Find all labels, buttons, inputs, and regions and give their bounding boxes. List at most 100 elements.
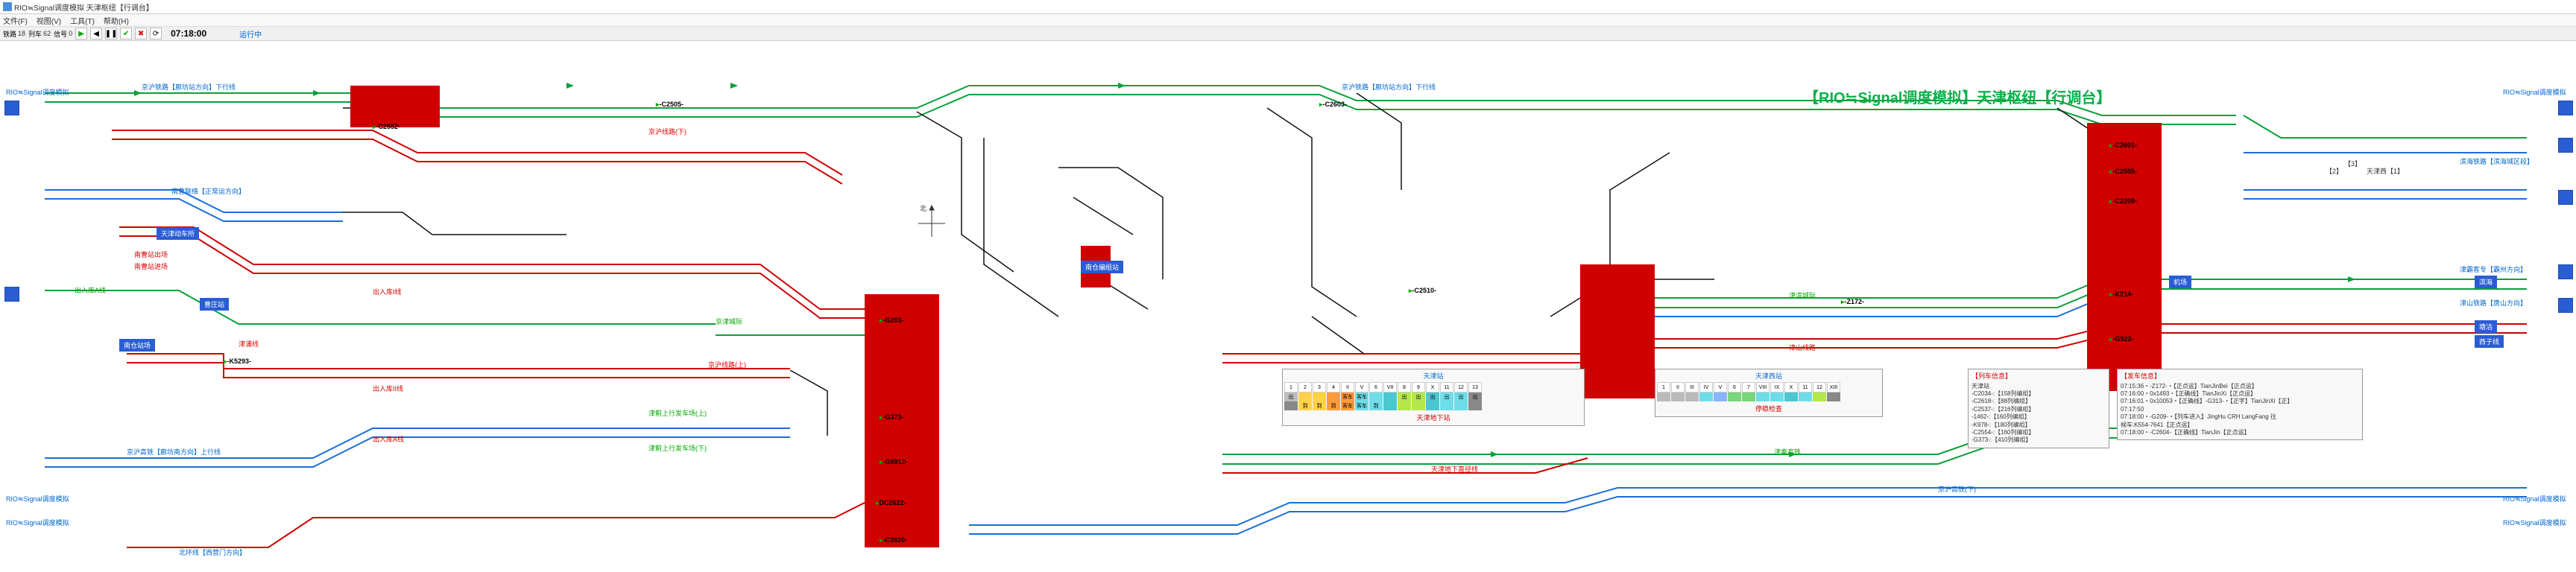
occ-cell: 6	[1369, 382, 1383, 393]
occ-cell	[1728, 393, 1741, 401]
x-icon[interactable]: ✖	[135, 28, 147, 39]
menu-view[interactable]: 视图(V)	[37, 15, 61, 26]
station-tanggu[interactable]: 塘沽	[2475, 320, 2497, 333]
train-dc2622[interactable]: DC2622-	[876, 499, 906, 507]
label-hs-down: 京沪高铁(下)	[1938, 484, 1976, 494]
train-g8912[interactable]: -G8912-	[880, 458, 908, 466]
running-label: 运行中	[239, 28, 262, 39]
occ-cell	[1468, 401, 1482, 410]
occ-cell: 1	[1284, 382, 1298, 393]
occ-cell: 12	[1454, 382, 1468, 393]
station-airport[interactable]: 机场	[2169, 276, 2191, 288]
train-g373[interactable]: -G373-	[880, 413, 904, 422]
train-c2620[interactable]: -C2620-	[880, 536, 907, 544]
occ-cell: 到	[1313, 401, 1326, 410]
tool-icon-2[interactable]	[4, 287, 19, 302]
occupancy-tianjin[interactable]: 天津站 1234IIV6VII89X111213 出客车客车出出出出出出 到到到…	[1282, 369, 1585, 426]
status-signals: 信号 0	[54, 29, 72, 39]
train-c2510[interactable]: -C2510-	[1409, 287, 1436, 295]
label-jingjin: 京津城际	[716, 317, 742, 326]
tool-icon-1[interactable]	[4, 101, 19, 115]
train-c2555[interactable]: -C2555-	[2109, 168, 2137, 176]
label-hs-up: 京沪高铁【廊坊南方向】上行线	[127, 447, 221, 457]
menubar: 文件(F) 视图(V) 工具(T) 帮助(H)	[0, 14, 2576, 27]
station-binhai[interactable]: 滨海	[2475, 276, 2497, 288]
occ-cell	[1799, 393, 1812, 401]
occupancy-tjwest[interactable]: 天津西站 1IIIIIIVV67VIIIIXX1112XIII 停稳检查	[1655, 369, 1883, 417]
occ-cell: 4	[1327, 382, 1340, 393]
edge-rm3: 津山铁路【唐山方向】	[2460, 298, 2527, 308]
occ-cell: X	[1784, 382, 1798, 393]
occ-cell: 到	[1327, 401, 1340, 410]
tool-icon-5[interactable]	[2558, 190, 2573, 205]
info-trains[interactable]: 【列车信息】 天津站 -C2034-:【158列编组】-C2618-:【88列编…	[1968, 369, 2109, 448]
occ-cell	[1398, 401, 1411, 410]
occ-cell: IX	[1770, 382, 1784, 393]
occ-cell: 出	[1412, 393, 1425, 401]
occ-cell: 客车	[1355, 393, 1368, 401]
station-xi[interactable]: 西子线	[2475, 335, 2504, 348]
menu-tools[interactable]: 工具(T)	[70, 15, 95, 26]
info-row: 07:18:00・-C2604-【正确线】TianJin【正点运】	[2121, 429, 2359, 436]
toolbar: 铁路 18 列车 62 信号 0 ▶ ◀ ❚❚ ✔ ✖ ⟳ 07:18:00 运…	[0, 27, 2576, 41]
occ-cell	[1685, 393, 1699, 401]
refresh-icon[interactable]: ⟳	[150, 28, 162, 39]
train-k214[interactable]: -K214-	[2109, 290, 2133, 299]
pause-icon[interactable]: ❚❚	[105, 28, 117, 39]
occ-cell: VIII	[1756, 382, 1770, 393]
tool-icon-7[interactable]	[2558, 298, 2573, 313]
train-k5293[interactable]: -K5293-	[224, 358, 251, 366]
station-depot[interactable]: 天津动车所	[157, 227, 199, 240]
occ-cell: 到	[1369, 401, 1383, 410]
info-row: 候车:K554-7641【正点运】	[2121, 422, 2359, 429]
occ-cell: 出	[1468, 393, 1482, 401]
tool-icon-4[interactable]	[2558, 138, 2573, 153]
train-g203[interactable]: -G203-	[880, 317, 904, 325]
station-caozhuang[interactable]: 曹庄站	[200, 298, 229, 311]
menu-file[interactable]: 文件(F)	[3, 15, 28, 26]
occ-cell: 出	[1440, 393, 1453, 401]
occ-cell: III	[1685, 382, 1699, 393]
occ-cell: 1	[1657, 382, 1670, 393]
edge-rm1: 滨海铁路【滨海城区段】	[2460, 156, 2534, 166]
label-jinghu-ir: 京沪铁路【廊坊站方向】下行线	[142, 82, 236, 92]
occ-cell: 出	[1426, 393, 1439, 401]
back-icon[interactable]: ◀	[90, 28, 102, 39]
check-icon[interactable]: ✔	[120, 28, 132, 39]
compass-n: 北	[920, 203, 926, 213]
info-row: 07:16:00・0x1493・【正确线】TianJinXi【正点运】	[2121, 390, 2359, 398]
train-c2505[interactable]: -C2505-	[656, 101, 684, 109]
station-south-conn[interactable]: 南仓编组站	[1081, 261, 1123, 273]
train-g922[interactable]: -G922-	[2109, 335, 2134, 343]
occ-cell: 11	[1799, 382, 1812, 393]
occ-cell	[1383, 401, 1397, 410]
occ-cell: 到	[1298, 401, 1312, 410]
train-c2603[interactable]: -C2603-	[1319, 101, 1347, 109]
tool-icon-6[interactable]	[2558, 264, 2573, 279]
status-trains: 列车 62	[28, 29, 51, 39]
info-left-hdr: 【列车信息】	[1972, 372, 2106, 381]
label-libII: 出入库II线	[373, 384, 403, 393]
menu-help[interactable]: 帮助(H)	[104, 15, 129, 26]
occ-cell: 7	[1742, 382, 1755, 393]
train-c2209[interactable]: -C2209-	[2109, 197, 2137, 206]
occ-cell	[1313, 393, 1326, 401]
titlebar: RIO≒Signal调度模拟 天津枢纽【行调台】	[0, 0, 2576, 14]
train-c2552[interactable]: -C2552-	[373, 123, 400, 131]
occ-cell: IV	[1699, 382, 1713, 393]
tool-icon-3[interactable]	[2558, 101, 2573, 115]
track-canvas[interactable]: 天津动车所 曹庄站 南仓站场 南仓编组站 机场 滨海 塘沽 西子线 京沪铁路【廊…	[0, 41, 2576, 572]
window-title: RIO≒Signal调度模拟 天津枢纽【行调台】	[14, 1, 154, 13]
play-icon[interactable]: ▶	[75, 28, 87, 39]
info-row: -C2618-:【88列编组】	[1972, 398, 2106, 405]
station-nancang[interactable]: 南仓站场	[119, 339, 155, 352]
occ-cell	[1298, 393, 1312, 401]
train-c2601[interactable]: -C2601-	[2109, 142, 2137, 150]
label-wc1: 【3】	[2344, 159, 2361, 168]
occ-cell	[1327, 393, 1340, 401]
train-z172[interactable]: -Z172-	[1841, 298, 1864, 306]
info-depart[interactable]: 【发车信息】 07:15:36・-Z172-・【正点运】TianJinBei【正…	[2117, 369, 2363, 440]
occ-cell: 6	[1728, 382, 1741, 393]
occ-cell: V	[1714, 382, 1727, 393]
occ-cell	[1383, 393, 1397, 401]
